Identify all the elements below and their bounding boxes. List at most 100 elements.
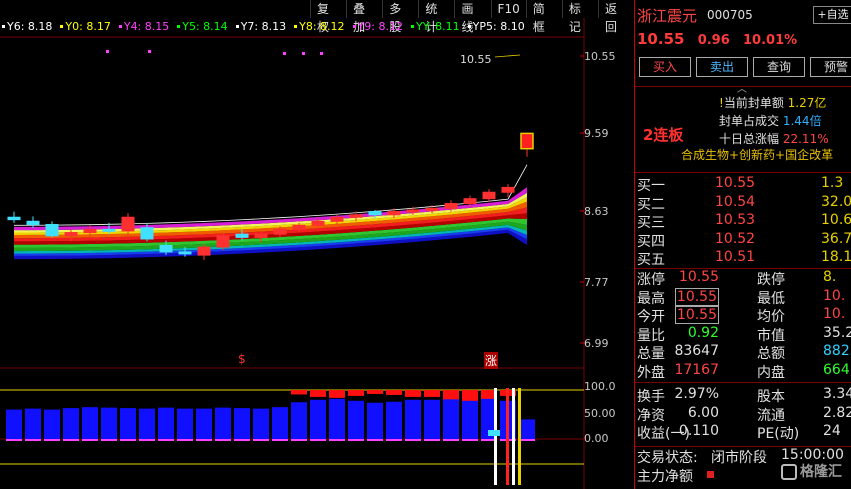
- stock-name: 浙江震元: [637, 7, 698, 25]
- stat-value: 24: [823, 423, 841, 439]
- kline-chart[interactable]: [0, 0, 634, 489]
- ma-color-icon: [294, 25, 298, 28]
- stat-value: 10.: [823, 306, 846, 322]
- signal-marker-zhang: 涨: [484, 352, 499, 369]
- sub-bar-base: [234, 439, 250, 441]
- orderbook-price: 10.55: [715, 175, 756, 191]
- signal-dot: [106, 50, 109, 53]
- sub-bar-top: [462, 390, 478, 401]
- chart-area[interactable]: 复权 叠加 多股 统计 画线 F10 简框 标记 返回 Y6: 8.18 Y0: …: [0, 0, 634, 489]
- toolbar-button-overlay[interactable]: 叠加: [346, 0, 382, 34]
- stat-row: 今开 10.55 均价 10.: [635, 306, 851, 325]
- candle-body: [121, 216, 135, 232]
- trade-actions: 买入 卖出 查询 预警: [639, 57, 851, 77]
- fundamental-stats: 换手 2.97% 股本 3.34 净资 6.00 流通 2.82 收益(一) 0.110 PE(动)…: [635, 386, 851, 442]
- sub-bar: [443, 397, 459, 439]
- stat-row: 收益(一) 0.110 PE(动) 24: [635, 423, 851, 442]
- concept-tags: 合成生物+创新药+国企改革: [681, 148, 834, 162]
- sub-bar: [25, 408, 41, 439]
- signal-dot: [320, 52, 323, 55]
- sub-bar: [253, 408, 269, 439]
- toolbar-button-simple[interactable]: 简框: [525, 0, 562, 34]
- stat-label: 涨停: [637, 272, 665, 288]
- toolbar-button-back[interactable]: 返回: [597, 0, 634, 34]
- signal-dot: [302, 52, 305, 55]
- sub-bar: [386, 401, 402, 439]
- toolbar-button-multi[interactable]: 多股: [382, 0, 418, 34]
- seal-row: !当前封单额 1.27亿: [719, 96, 827, 110]
- candle-body: [254, 233, 268, 238]
- stat-label: 总量: [637, 346, 665, 362]
- query-button[interactable]: 查询: [753, 57, 805, 77]
- price-axis-label: 6.99: [584, 337, 609, 350]
- sell-button[interactable]: 卖出: [696, 57, 748, 77]
- ma-color-icon: [118, 25, 122, 28]
- toolbar-button-fuquan[interactable]: 复权: [310, 0, 346, 34]
- stat-label: 外盘: [637, 364, 665, 381]
- candle-body: [197, 246, 211, 256]
- sub-axis-label: 50.00: [584, 407, 616, 420]
- candle-body: [216, 235, 230, 248]
- stat-label: 最低: [757, 290, 785, 307]
- ma-color-icon: [467, 25, 471, 28]
- buy-button[interactable]: 买入: [639, 57, 691, 77]
- stat-row: 最高 10.55 最低 10.: [635, 287, 851, 307]
- add-watchlist-button[interactable]: +自选: [813, 6, 851, 24]
- sub-bar-top: [367, 390, 383, 394]
- toolbar-button-draw[interactable]: 画线: [454, 0, 490, 34]
- candle-body: [102, 228, 116, 232]
- sub-bar-base: [25, 439, 41, 441]
- divider: [635, 86, 851, 87]
- candle-body: [349, 214, 363, 218]
- sub-bar-base: [139, 439, 155, 441]
- candle-body: [26, 220, 40, 225]
- sub-bar: [329, 398, 345, 439]
- sub-bar: [272, 407, 288, 439]
- stat-row: 净资 6.00 流通 2.82: [635, 405, 851, 424]
- stat-label: 今开: [637, 309, 665, 325]
- sub-bar-base: [310, 439, 326, 441]
- sub-bar-base: [196, 439, 212, 441]
- stat-label: 流通: [757, 407, 785, 424]
- orderbook-row[interactable]: 买五 10.51 18.1: [635, 249, 851, 268]
- orderbook-price: 10.51: [715, 249, 756, 265]
- sub-bar-top: [291, 390, 307, 395]
- sub-bar-base: [158, 439, 174, 441]
- candle-body: [292, 224, 306, 230]
- orderbook-row[interactable]: 买四 10.52 36.7: [635, 231, 851, 250]
- sub-bar: [367, 402, 383, 439]
- orderbook-label: 买一: [637, 178, 665, 194]
- sub-bar-base: [82, 439, 98, 441]
- sub-bar: [196, 408, 212, 439]
- candle-body: [387, 211, 401, 216]
- toolbar-button-stats[interactable]: 统计: [418, 0, 454, 34]
- price-marker-line: [494, 54, 521, 58]
- orderbook-row[interactable]: 买二 10.54 32.0: [635, 194, 851, 213]
- ma-color-icon: [60, 25, 64, 28]
- sub-bar-top: [424, 390, 440, 397]
- sub-bar: [310, 399, 326, 439]
- toolbar-button-mark[interactable]: 标记: [561, 0, 598, 34]
- limit-up-streak: 2连板: [643, 126, 684, 144]
- orderbook-label: 买五: [637, 252, 665, 268]
- candle-body: [501, 186, 515, 193]
- toolbar-button-f10[interactable]: F10: [490, 0, 526, 18]
- sub-bar-base: [329, 439, 345, 441]
- sub-limit-stripe: [518, 388, 521, 485]
- orderbook-row[interactable]: 买一 10.55 1.3: [635, 175, 851, 194]
- status-label: 交易状态:: [637, 450, 698, 466]
- alert-button[interactable]: 预警: [810, 57, 851, 77]
- ma-legend-item: Y4: 8.15: [118, 20, 169, 33]
- stat-row: 外盘 17167 内盘 664: [635, 362, 851, 381]
- collapse-icon[interactable]: ︿: [737, 80, 747, 95]
- orderbook-row[interactable]: 买三 10.53 10.6: [635, 212, 851, 231]
- sub-bar: [348, 400, 364, 439]
- status-value: 闭市阶段: [711, 450, 767, 466]
- sub-bar-top: [329, 390, 345, 398]
- quote-panel: 浙江震元 000705 +自选 10.55 0.96 10.01% 买入 卖出 …: [634, 0, 851, 489]
- chart-toolbar: 复权 叠加 多股 统计 画线 F10 简框 标记 返回: [310, 0, 634, 34]
- sub-bar-base: [462, 439, 478, 441]
- candle-body: [425, 207, 439, 211]
- sub-bar: [158, 407, 174, 439]
- signal-dot: [148, 50, 151, 53]
